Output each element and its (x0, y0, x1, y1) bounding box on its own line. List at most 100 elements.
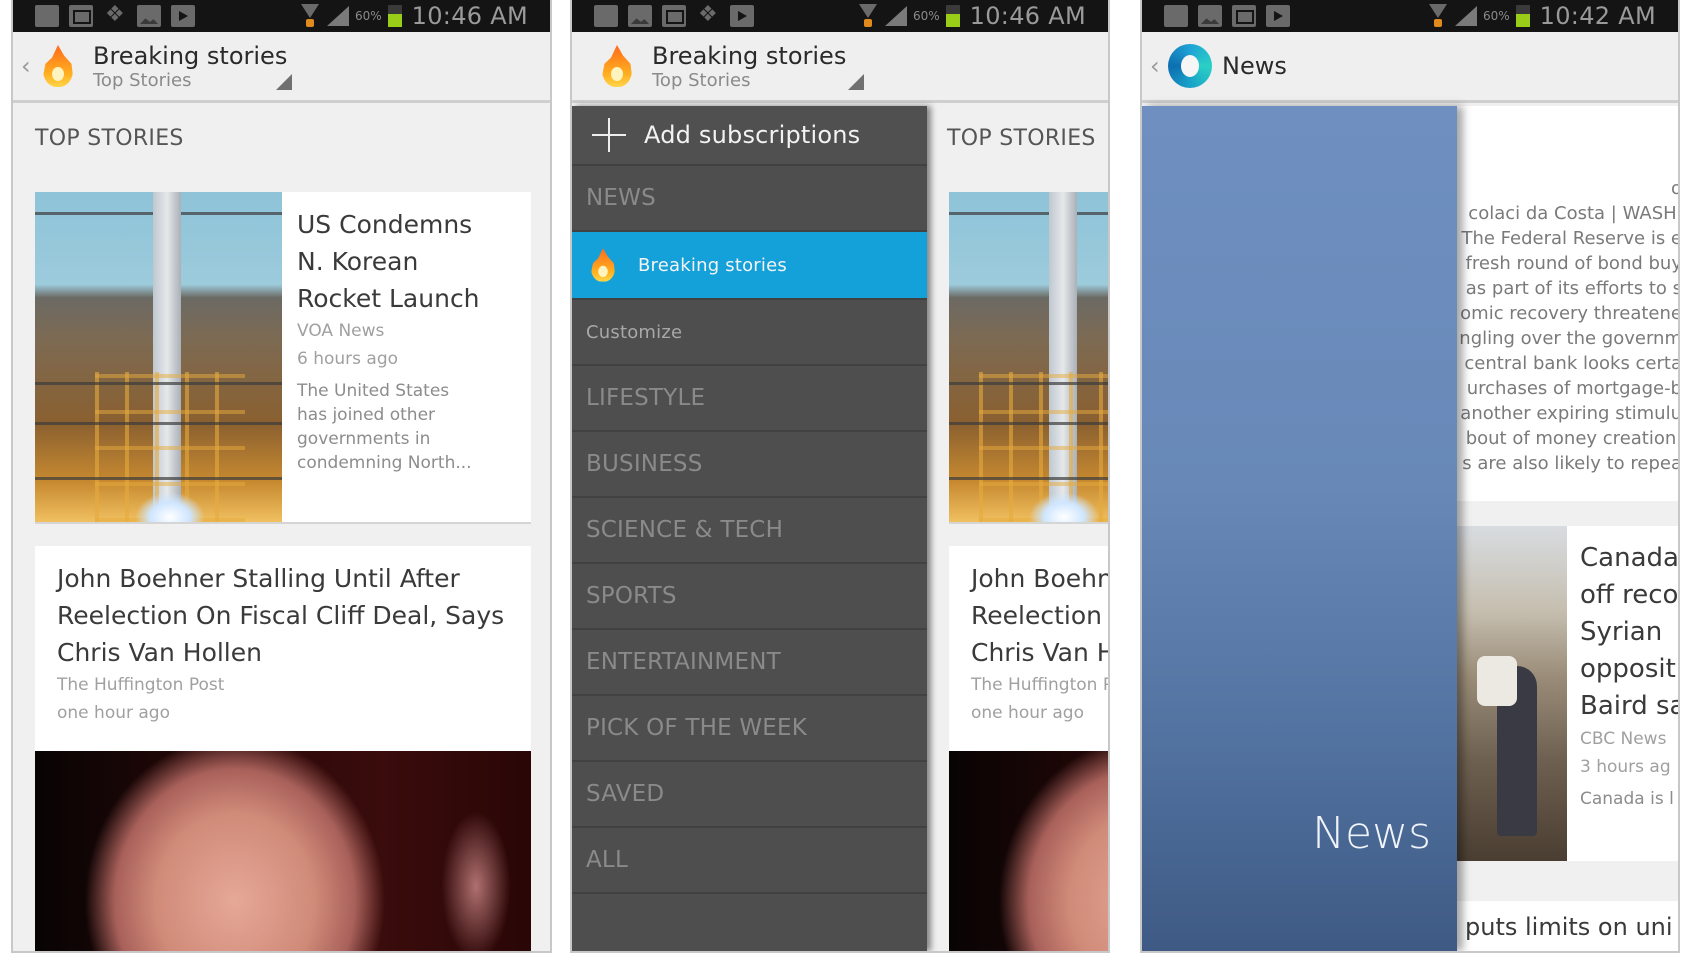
side-panel-label: News (1312, 808, 1431, 859)
story-card[interactable]: puts limits on uni (1457, 901, 1678, 951)
action-bar-title: Breaking stories (652, 41, 847, 70)
action-bar: Breaking stories Top Stories (572, 32, 1108, 103)
battery-icon (1515, 5, 1530, 27)
story-headline: puts limits on uni (1465, 913, 1673, 941)
drawer-item-saved[interactable]: SAVED (572, 762, 927, 828)
signal-icon (1455, 6, 1477, 26)
wifi-icon (1427, 4, 1449, 28)
battery-icon (945, 5, 960, 27)
gallery-icon (628, 5, 652, 27)
phone-screen-news-panel: 60% 10:42 AM ‹ News News o colaci da Cos… (1140, 0, 1680, 953)
clock: 10:42 AM (1539, 2, 1656, 30)
dropdown-indicator-icon[interactable] (848, 74, 864, 90)
story-list-peek: o colaci da Costa | WASHI The Federal Re… (1457, 106, 1678, 951)
dropdown-indicator-icon[interactable] (276, 74, 292, 90)
story-source: VOA News (297, 321, 385, 341)
plus-icon (592, 118, 626, 152)
gallery-icon (1198, 5, 1222, 27)
story-headline: Canada off reco Syrian oppositi Baird sa (1580, 543, 1678, 721)
mail-icon (1232, 5, 1256, 27)
news-side-panel[interactable]: News (1142, 106, 1457, 951)
action-bar: ‹ Breaking stories Top Stories (13, 32, 550, 103)
article-card[interactable]: o colaci da Costa | WASHI The Federal Re… (1457, 106, 1678, 501)
battery-percent: 60% (1483, 9, 1510, 23)
story-card[interactable]: Canada off reco Syrian oppositi Baird sa… (1457, 526, 1678, 861)
story-image (35, 751, 531, 951)
play-store-icon (1266, 5, 1290, 27)
story-card[interactable]: John Boehner Stalling Until After Reelec… (35, 546, 531, 951)
play-store-icon (730, 5, 754, 27)
feed-selector[interactable]: Breaking stories Top Stories (93, 42, 287, 91)
drawer-item-sports[interactable]: SPORTS (572, 564, 927, 630)
drawer-item-business[interactable]: BUSINESS (572, 432, 927, 498)
story-headline: US Condemns N. Korean Rocket Launch (297, 210, 480, 313)
sim-icon (35, 5, 59, 27)
add-subscriptions-button[interactable]: Add subscriptions (572, 106, 927, 166)
dropbox-icon (103, 2, 127, 27)
mail-icon (662, 5, 686, 27)
story-headline: John Boehner Stalling Until After Reelec… (971, 564, 1108, 667)
signal-icon (885, 6, 907, 26)
drawer-header-news[interactable]: NEWS (572, 166, 927, 232)
story-snippet: The United States has joined other gover… (297, 381, 472, 473)
story-image (949, 192, 1108, 522)
action-bar-subtitle: Top Stories (652, 69, 751, 91)
drawer-item-all[interactable]: ALL (572, 828, 927, 894)
story-image (949, 751, 1108, 951)
story-time: 6 hours ago (297, 349, 399, 369)
drawer-item-breaking-stories[interactable]: Breaking stories (572, 232, 927, 300)
story-snippet: Canada is l (1580, 789, 1674, 809)
action-bar-title: Breaking stories (93, 41, 288, 70)
story-image (1457, 526, 1567, 861)
mail-icon (69, 5, 93, 27)
story-source: CBC News (1580, 729, 1667, 749)
status-bar: 60% 10:46 AM (572, 0, 1108, 32)
flame-icon (589, 247, 616, 284)
gallery-icon (137, 5, 161, 27)
story-card[interactable] (949, 192, 1108, 522)
up-caret-icon[interactable]: ‹ (1150, 52, 1164, 80)
flame-icon[interactable] (41, 43, 75, 89)
story-list-peek: TOP STORIES John Boehner Stalling Until … (927, 106, 1108, 951)
news-app-logo-icon[interactable] (1168, 44, 1212, 88)
phone-screen-top-stories: 60% 10:46 AM ‹ Breaking stories Top Stor… (11, 0, 552, 953)
clock: 10:46 AM (411, 2, 528, 30)
section-title: TOP STORIES (35, 126, 184, 151)
section-title: TOP STORIES (947, 126, 1096, 151)
story-time: one hour ago (971, 703, 1084, 723)
navigation-drawer: Add subscriptions NEWS Breaking stories … (572, 106, 927, 951)
phone-screen-navigation-drawer: 60% 10:46 AM Breaking stories Top Storie… (570, 0, 1110, 953)
feed-selector[interactable]: Breaking stories Top Stories (652, 42, 846, 91)
signal-icon (327, 6, 349, 26)
story-card[interactable]: John Boehner Stalling Until After Reelec… (949, 546, 1108, 951)
drawer-item-science-tech[interactable]: SCIENCE & TECH (572, 498, 927, 564)
story-list: TOP STORIES US Condemns N. Korean Rocket… (13, 106, 550, 951)
wifi-icon (857, 4, 879, 28)
sim-icon (1164, 5, 1188, 27)
story-card[interactable]: US Condemns N. Korean Rocket Launch VOA … (35, 192, 531, 522)
up-caret-icon[interactable]: ‹ (21, 52, 35, 80)
story-headline: John Boehner Stalling Until After Reelec… (57, 564, 505, 667)
story-image (35, 192, 282, 522)
drawer-item-lifestyle[interactable]: LIFESTYLE (572, 366, 927, 432)
battery-icon (387, 5, 402, 27)
drawer-item-entertainment[interactable]: ENTERTAINMENT (572, 630, 927, 696)
clock: 10:46 AM (969, 2, 1086, 30)
action-bar-subtitle: Top Stories (93, 69, 192, 91)
story-source: The Huffington Post (57, 675, 225, 695)
action-bar-title: News (1222, 52, 1287, 80)
status-bar: 60% 10:46 AM (13, 0, 550, 32)
dropbox-icon (696, 2, 720, 27)
story-source: The Huffington Post (971, 675, 1108, 695)
drawer-item-customize[interactable]: Customize (572, 300, 927, 366)
play-store-icon (171, 5, 195, 27)
article-text: o colaci da Costa | WASHI The Federal Re… (1459, 178, 1678, 474)
story-time: 3 hours ag (1580, 757, 1671, 777)
action-bar: ‹ News (1142, 32, 1678, 103)
story-time: one hour ago (57, 703, 170, 723)
flame-icon[interactable] (600, 43, 634, 89)
drawer-item-pick-of-the-week[interactable]: PICK OF THE WEEK (572, 696, 927, 762)
sim-icon (594, 5, 618, 27)
battery-percent: 60% (355, 9, 382, 23)
status-bar: 60% 10:42 AM (1142, 0, 1678, 32)
